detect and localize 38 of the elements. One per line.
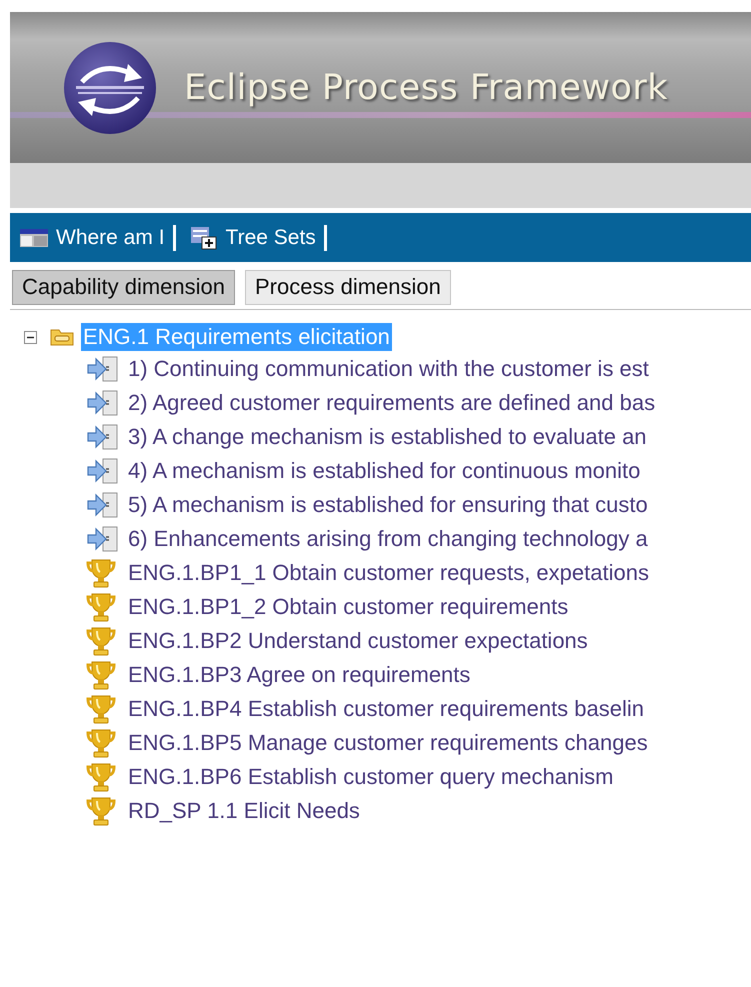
tree-item[interactable]: 6) Enhancements arising from changing technology a [128,526,648,552]
arrow-document-icon [86,356,120,382]
tab[interactable]: Process dimension [245,270,451,305]
arrow-document-icon [86,526,120,552]
logo-icon [62,40,158,136]
trophy-icon [86,727,116,759]
arrow-document-icon [86,390,120,416]
tree-item[interactable]: 3) A change mechanism is established to evaluate an [128,424,647,450]
tree-item[interactable]: ENG.1.BP2 Understand customer expectations [128,628,588,654]
tree-item[interactable]: 1) Continuing communication with the customer is est [128,356,649,382]
tree-item[interactable]: ENG.1.BP4 Establish customer requirements baselin [128,696,644,722]
tree-item[interactable]: ENG.1.BP1_1 Obtain customer requests, expetations [128,560,649,586]
trophy-icon [86,693,116,725]
arrow-document-icon [86,424,120,450]
banner-title: Eclipse Process Framework [184,68,668,108]
tree-item[interactable]: ENG.1.BP3 Agree on requirements [128,662,470,688]
tree-item[interactable]: ENG.1.BP6 Establish customer query mechanism [128,764,614,790]
tree-item[interactable]: 2) Agreed customer requirements are defined and bas [128,390,656,416]
trophy-icon [86,761,116,793]
tree-add-icon [190,226,218,250]
trophy-icon [86,557,116,589]
nav-link[interactable]: Where am I [56,226,165,250]
folder-icon [49,327,75,347]
trophy-icon [86,795,116,827]
window-icon [20,228,48,248]
nav-link[interactable]: Tree Sets [226,226,316,250]
trophy-icon [86,625,116,657]
arrow-document-icon [86,492,120,518]
tab[interactable]: Capability dimension [12,270,235,305]
arrow-document-icon [86,458,120,484]
trophy-icon [86,659,116,691]
tree-item[interactable]: ENG.1.BP1_2 Obtain customer requirements [128,594,568,620]
trophy-icon [86,591,116,623]
tree-item[interactable]: RD_SP 1.1 Elicit Needs [128,798,360,824]
collapse-toggle[interactable] [24,330,37,344]
tree-item[interactable]: ENG.1.BP5 Manage customer requirements changes [128,730,648,756]
tree-item[interactable]: 5) A mechanism is established for ensuring that custo [128,492,648,518]
tree-item[interactable]: 4) A mechanism is established for continuous monito [128,458,640,484]
